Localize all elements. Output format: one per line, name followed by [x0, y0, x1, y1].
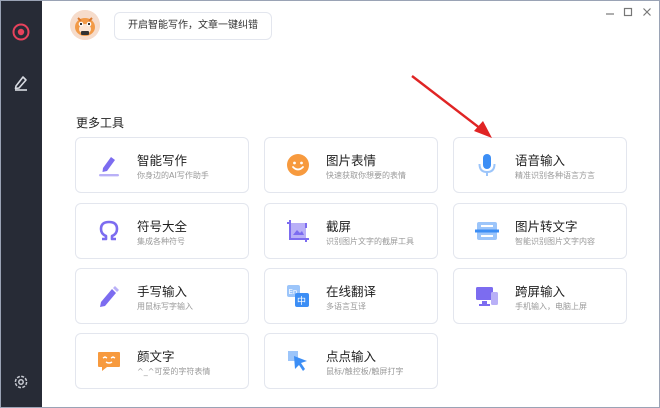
kaomoji-bubble-icon [94, 346, 124, 376]
pen-icon [14, 76, 27, 91]
close-icon [643, 8, 651, 16]
tool-title: 符号大全 [137, 219, 188, 234]
tool-desc: ^_^可爱的字符表情 [137, 367, 211, 376]
section-title: 更多工具 [76, 116, 125, 130]
tool-title: 图片表情 [326, 153, 377, 168]
tool-card-smart-writing[interactable]: 智能写作 你身边的AI写作助手 [75, 137, 249, 193]
cursor-click-icon [283, 346, 313, 376]
tool-card-image-emoji[interactable]: 图片表情 快速获取你想要的表情 [264, 137, 438, 193]
tool-desc: 集成各种符号 [137, 237, 185, 246]
tool-title: 图片转文字 [515, 219, 578, 234]
emoji-face-icon [283, 150, 313, 180]
tool-desc: 快速获取你想要的表情 [326, 171, 406, 180]
tool-card-voice-input[interactable]: 语音输入 精准识别各种语言方言 [453, 137, 627, 193]
tool-desc: 多语言互译 [326, 302, 366, 311]
sidebar-home-button[interactable] [0, 14, 42, 50]
promo-text: 开启智能写作，文章一键纠错 [128, 20, 258, 31]
tool-desc: 精准识别各种语言方言 [515, 171, 595, 180]
translate-icon: En 中 [283, 281, 313, 311]
svg-text:中: 中 [297, 295, 306, 307]
close-button[interactable] [639, 4, 655, 20]
tool-card-symbols[interactable]: 符号大全 集成各种符号 [75, 203, 249, 259]
tool-title: 在线翻译 [326, 284, 377, 299]
tool-title: 截屏 [326, 219, 352, 234]
tool-title: 智能写作 [137, 153, 188, 168]
sidebar-settings-button[interactable] [0, 364, 42, 400]
monitor-phone-icon [472, 281, 502, 311]
tool-card-tap-input[interactable]: 点点输入 鼠标/触控板/触屏打字 [264, 333, 438, 389]
screenshot-crop-icon [283, 216, 313, 246]
tool-title: 跨屏输入 [515, 284, 566, 299]
tool-card-kaomoji[interactable]: 颜文字 ^_^可爱的字符表情 [75, 333, 249, 389]
sidebar [0, 0, 42, 408]
tool-card-handwriting[interactable]: 手写输入 用鼠标写字输入 [75, 268, 249, 324]
tool-desc: 智能识别图片文字内容 [515, 237, 595, 246]
tool-desc: 用鼠标写字输入 [137, 302, 193, 311]
maximize-button[interactable] [620, 4, 636, 20]
tool-desc: 手机输入，电脑上屏 [515, 302, 587, 311]
tool-card-image-to-text[interactable]: 图片转文字 智能识别图片文字内容 [453, 203, 627, 259]
tool-card-cross-screen[interactable]: 跨屏输入 手机输入，电脑上屏 [453, 268, 627, 324]
promo-banner[interactable]: 开启智能写作，文章一键纠错 [114, 12, 272, 40]
sidebar-write-button[interactable] [0, 64, 42, 100]
tool-title: 点点输入 [326, 349, 377, 364]
maximize-icon [623, 7, 633, 17]
main-panel: 开启智能写作，文章一键纠错 更多工具 智能写作 你身边的AI写作助手 图片表情 … [42, 0, 660, 408]
mascot-icon [70, 10, 100, 40]
target-icon [12, 23, 30, 41]
tool-desc: 你身边的AI写作助手 [137, 171, 209, 180]
smart-writing-icon [94, 150, 124, 180]
tool-card-screenshot[interactable]: 截屏 识别图片文字的截屏工具 [264, 203, 438, 259]
avatar[interactable] [70, 10, 100, 40]
tool-title: 手写输入 [137, 284, 188, 299]
tool-card-translate[interactable]: En 中 在线翻译 多语言互译 [264, 268, 438, 324]
pencil-icon [94, 281, 124, 311]
scan-document-icon [472, 216, 502, 246]
tool-title: 颜文字 [137, 349, 175, 364]
minimize-button[interactable] [602, 4, 618, 20]
omega-icon [94, 216, 124, 246]
tool-desc: 识别图片文字的截屏工具 [326, 237, 414, 246]
tool-desc: 鼠标/触控板/触屏打字 [326, 367, 404, 376]
gear-icon [14, 375, 28, 389]
tool-title: 语音输入 [515, 153, 566, 168]
minimize-icon [606, 13, 614, 15]
microphone-icon [472, 150, 502, 180]
